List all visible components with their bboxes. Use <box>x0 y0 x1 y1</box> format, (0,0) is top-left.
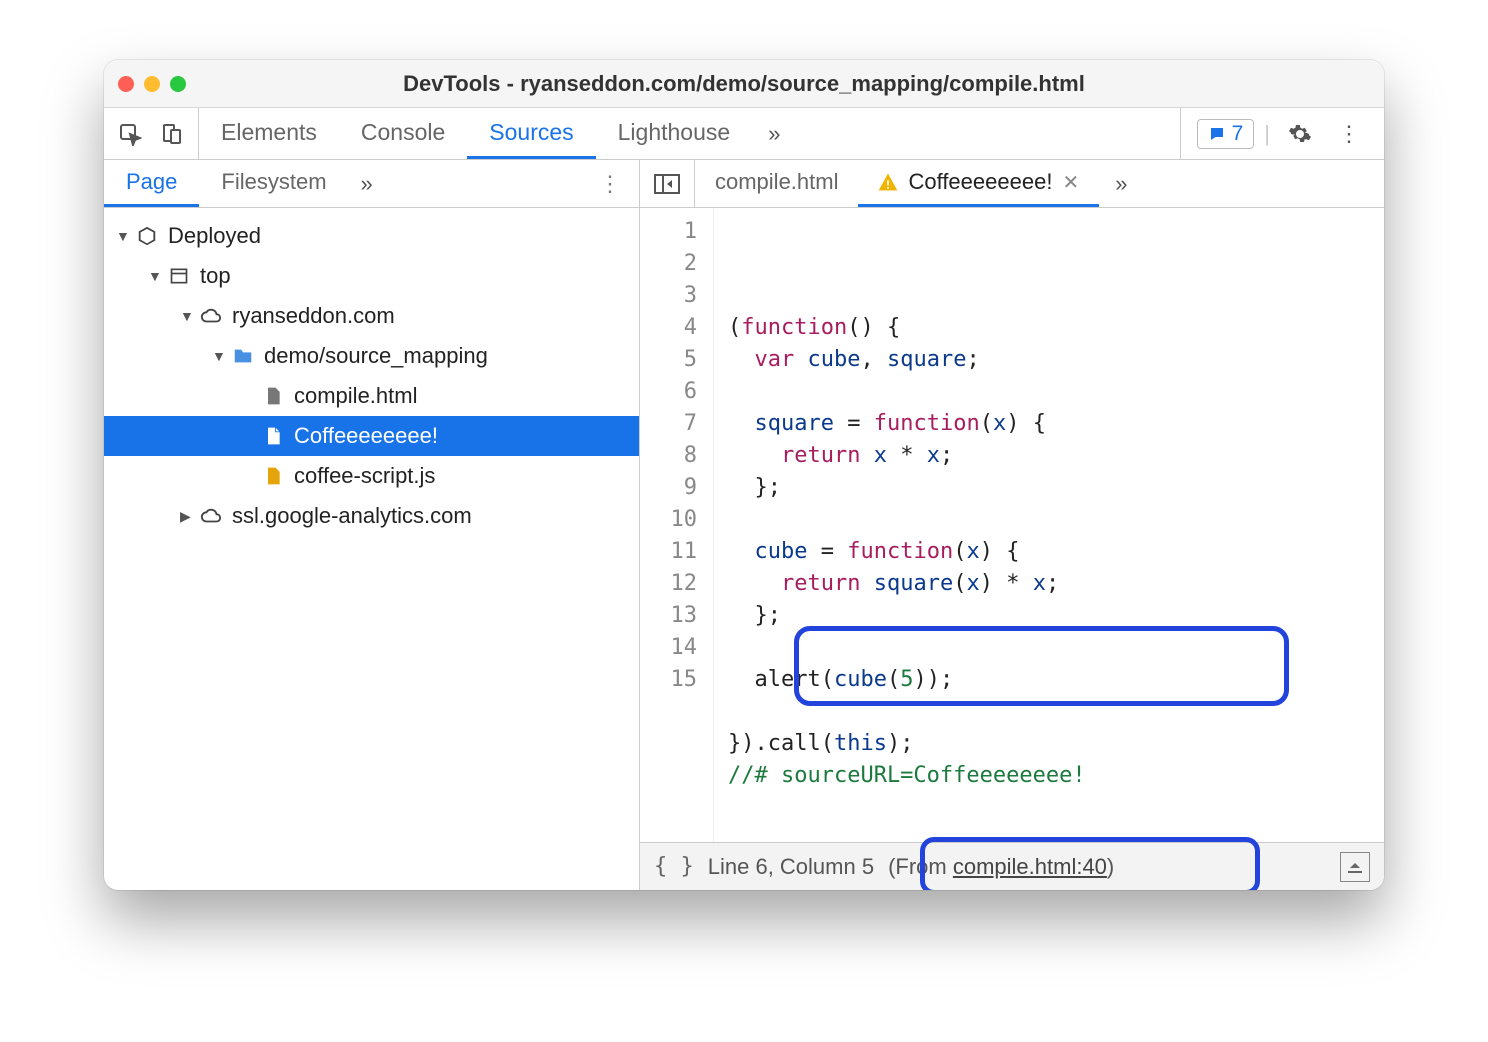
settings-icon[interactable] <box>1280 122 1320 146</box>
tab-sources[interactable]: Sources <box>467 108 595 159</box>
code-editor[interactable]: 123456789101112131415 (function() { var … <box>640 208 1384 842</box>
source-from-link[interactable]: compile.html:40 <box>953 854 1107 879</box>
navigator-more-tabs[interactable]: » <box>349 160 385 207</box>
tree-file-coffee[interactable]: Coffeeeeeeee! <box>104 416 639 456</box>
tree-deployed[interactable]: ▼ Deployed <box>104 216 639 256</box>
tree-label: top <box>200 263 231 289</box>
issues-badge[interactable]: 7 <box>1197 119 1255 149</box>
tree-label: Coffeeeeeeee! <box>294 423 438 449</box>
file-tabs-more[interactable]: » <box>1099 160 1143 207</box>
fullscreen-window-button[interactable] <box>170 76 186 92</box>
file-icon <box>260 385 286 407</box>
editor-pane: compile.html Coffeeeeeeee! ✕ » 123456789… <box>640 160 1384 890</box>
file-icon <box>260 425 286 447</box>
tree-label: ryanseddon.com <box>232 303 395 329</box>
minimize-window-button[interactable] <box>144 76 160 92</box>
cursor-position: Line 6, Column 5 <box>708 854 874 880</box>
navigator-tabs: Page Filesystem » ⋮ <box>104 160 639 208</box>
file-tab-compile[interactable]: compile.html <box>695 160 858 207</box>
tree-label: ssl.google-analytics.com <box>232 503 472 529</box>
cloud-icon <box>198 505 224 527</box>
issues-count: 7 <box>1232 122 1244 146</box>
nav-history-button[interactable] <box>640 160 695 207</box>
warning-icon <box>878 172 898 192</box>
close-window-button[interactable] <box>118 76 134 92</box>
tab-console[interactable]: Console <box>339 108 467 159</box>
main-toolbar: Elements Console Sources Lighthouse » 7 … <box>104 108 1384 160</box>
tree-label: coffee-script.js <box>294 463 435 489</box>
line-gutter: 123456789101112131415 <box>640 208 714 842</box>
more-tabs-button[interactable]: » <box>752 108 796 159</box>
tree-file-compile[interactable]: compile.html <box>104 376 639 416</box>
frame-icon <box>166 266 192 286</box>
window-controls <box>118 76 186 92</box>
file-tab-label: compile.html <box>715 169 838 195</box>
pretty-print-button[interactable]: { } <box>654 854 694 879</box>
tab-lighthouse[interactable]: Lighthouse <box>596 108 753 159</box>
navigator-pane: Page Filesystem » ⋮ ▼ Deployed ▼ <box>104 160 640 890</box>
tree-label: Deployed <box>168 223 261 249</box>
status-bar: { } Line 6, Column 5 (From compile.html:… <box>640 842 1384 890</box>
file-tab-coffee[interactable]: Coffeeeeeeee! ✕ <box>858 160 1099 207</box>
more-menu-icon[interactable]: ⋮ <box>1330 121 1368 147</box>
js-file-icon <box>260 465 286 487</box>
tree-label: compile.html <box>294 383 417 409</box>
file-tab-label: Coffeeeeeeee! <box>908 169 1052 195</box>
file-tree: ▼ Deployed ▼ top ▼ <box>104 208 639 890</box>
device-toggle-icon[interactable] <box>160 122 184 146</box>
tree-folder[interactable]: ▼ demo/source_mapping <box>104 336 639 376</box>
cloud-icon <box>198 305 224 327</box>
close-tab-icon[interactable]: ✕ <box>1062 170 1079 195</box>
code-content[interactable]: (function() { var cube, square; square =… <box>714 208 1384 842</box>
navigator-tab-page[interactable]: Page <box>104 160 199 207</box>
titlebar: DevTools - ryanseddon.com/demo/source_ma… <box>104 60 1384 108</box>
tree-domain[interactable]: ▼ ryanseddon.com <box>104 296 639 336</box>
panel-tabs: Elements Console Sources Lighthouse » <box>199 108 1180 159</box>
tree-top-frame[interactable]: ▼ top <box>104 256 639 296</box>
tree-domain-analytics[interactable]: ▶ ssl.google-analytics.com <box>104 496 639 536</box>
file-tabs: compile.html Coffeeeeeeee! ✕ » <box>640 160 1384 208</box>
source-from: (From compile.html:40) <box>888 854 1114 880</box>
navigator-menu-icon[interactable]: ⋮ <box>581 160 639 207</box>
tree-label: demo/source_mapping <box>264 343 488 369</box>
cube-icon <box>134 225 160 247</box>
navigator-tab-filesystem[interactable]: Filesystem <box>199 160 348 207</box>
tree-file-coffeescript[interactable]: coffee-script.js <box>104 456 639 496</box>
window-title: DevTools - ryanseddon.com/demo/source_ma… <box>104 71 1384 97</box>
devtools-window: DevTools - ryanseddon.com/demo/source_ma… <box>104 60 1384 890</box>
show-drawer-button[interactable] <box>1340 852 1370 882</box>
folder-icon <box>230 345 256 367</box>
tab-elements[interactable]: Elements <box>199 108 339 159</box>
inspect-icon[interactable] <box>118 122 142 146</box>
